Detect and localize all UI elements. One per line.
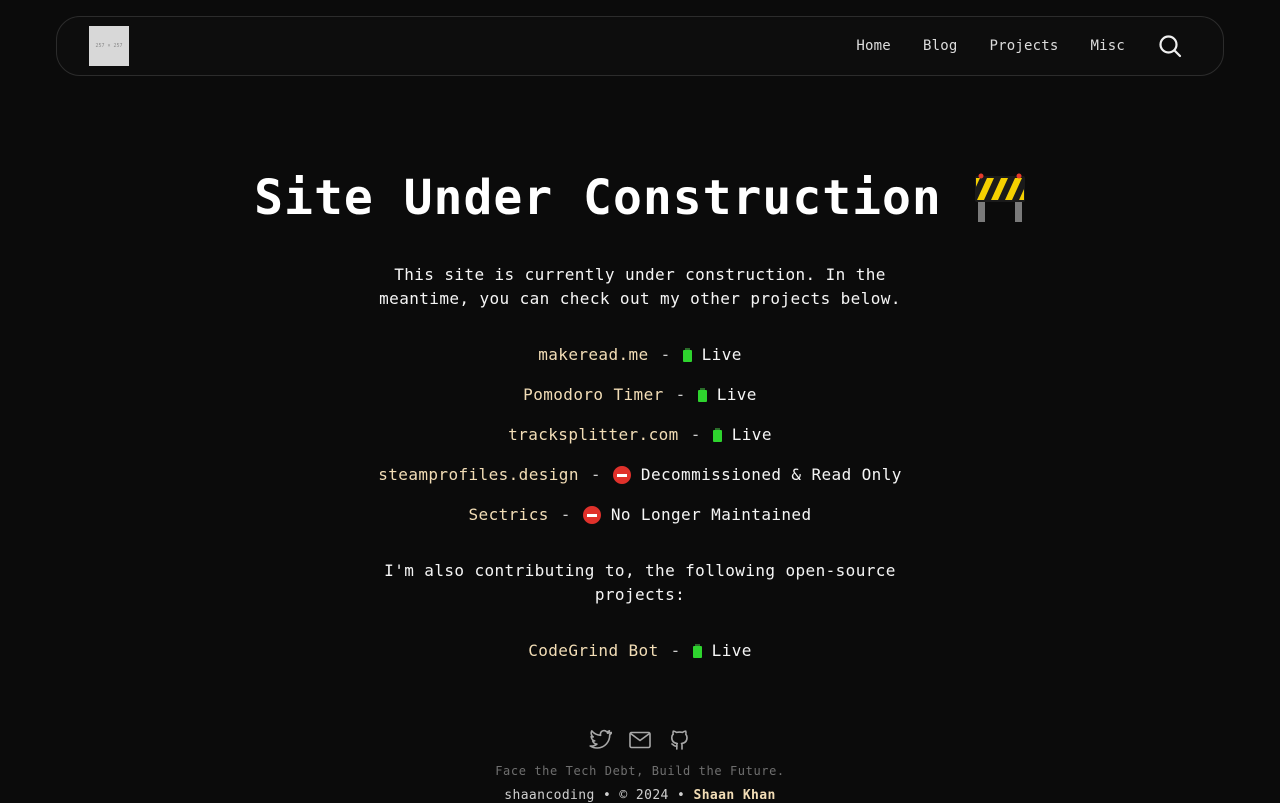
battery-icon <box>682 348 692 362</box>
footer-copyright: shaancoding • © 2024 • Shaan Khan <box>0 788 1280 803</box>
battery-icon <box>697 388 707 402</box>
separator: - <box>670 641 681 660</box>
status-label: Live <box>701 345 742 364</box>
page-title: Site Under Construction <box>0 170 1280 226</box>
mail-icon[interactable] <box>628 728 652 752</box>
project-item: Sectrics - No Longer Maintained <box>0 503 1280 527</box>
copyright-text: shaancoding • © 2024 • <box>504 788 686 803</box>
logo-placeholder-text: 257 × 257 <box>95 43 123 49</box>
author-link[interactable]: Shaan Khan <box>693 788 775 803</box>
project-link-codegrind[interactable]: CodeGrind Bot <box>528 639 658 663</box>
project-item: Pomodoro Timer - Live <box>0 383 1280 407</box>
project-link-pomodoro[interactable]: Pomodoro Timer <box>523 383 663 407</box>
no-entry-icon <box>582 506 601 524</box>
project-link-makeread[interactable]: makeread.me <box>538 343 648 367</box>
nav-projects[interactable]: Projects <box>989 38 1058 54</box>
battery-icon <box>692 644 702 658</box>
search-icon[interactable] <box>1157 33 1183 59</box>
status-label: Live <box>731 425 772 444</box>
project-item: makeread.me - Live <box>0 343 1280 367</box>
project-item: tracksplitter.com - Live <box>0 423 1280 447</box>
status-label: Live <box>716 385 757 404</box>
separator: - <box>660 345 671 364</box>
project-link-tracksplitter[interactable]: tracksplitter.com <box>508 423 679 447</box>
page-title-text: Site Under Construction <box>254 170 942 226</box>
project-item: steamprofiles.design - Decommissioned & … <box>0 463 1280 487</box>
battery-icon <box>712 428 722 442</box>
footer-tagline: Face the Tech Debt, Build the Future. <box>495 764 785 778</box>
separator: - <box>560 505 571 524</box>
separator: - <box>690 425 701 444</box>
github-icon[interactable] <box>668 728 692 752</box>
nav-home[interactable]: Home <box>856 38 891 54</box>
twitter-icon[interactable] <box>588 728 612 752</box>
project-link-steamprofiles[interactable]: steamprofiles.design <box>378 463 579 487</box>
status-label: No Longer Maintained <box>610 505 812 524</box>
project-item: CodeGrind Bot - Live <box>0 639 1280 663</box>
site-logo[interactable]: 257 × 257 <box>89 26 129 66</box>
social-links <box>0 728 1280 752</box>
separator: - <box>675 385 686 404</box>
construction-icon <box>974 172 1026 224</box>
nav-links: Home Blog Projects Misc <box>856 33 1183 59</box>
navbar: 257 × 257 Home Blog Projects Misc <box>56 16 1224 76</box>
intro-text: This site is currently under constructio… <box>379 265 901 308</box>
no-entry-icon <box>612 466 631 484</box>
nav-misc[interactable]: Misc <box>1090 38 1125 54</box>
open-source-intro: I'm also contributing to, the following … <box>384 561 896 604</box>
status-label: Live <box>711 641 752 660</box>
project-link-sectrics[interactable]: Sectrics <box>469 503 549 527</box>
separator: - <box>590 465 601 484</box>
status-label: Decommissioned & Read Only <box>640 465 902 484</box>
nav-blog[interactable]: Blog <box>923 38 958 54</box>
